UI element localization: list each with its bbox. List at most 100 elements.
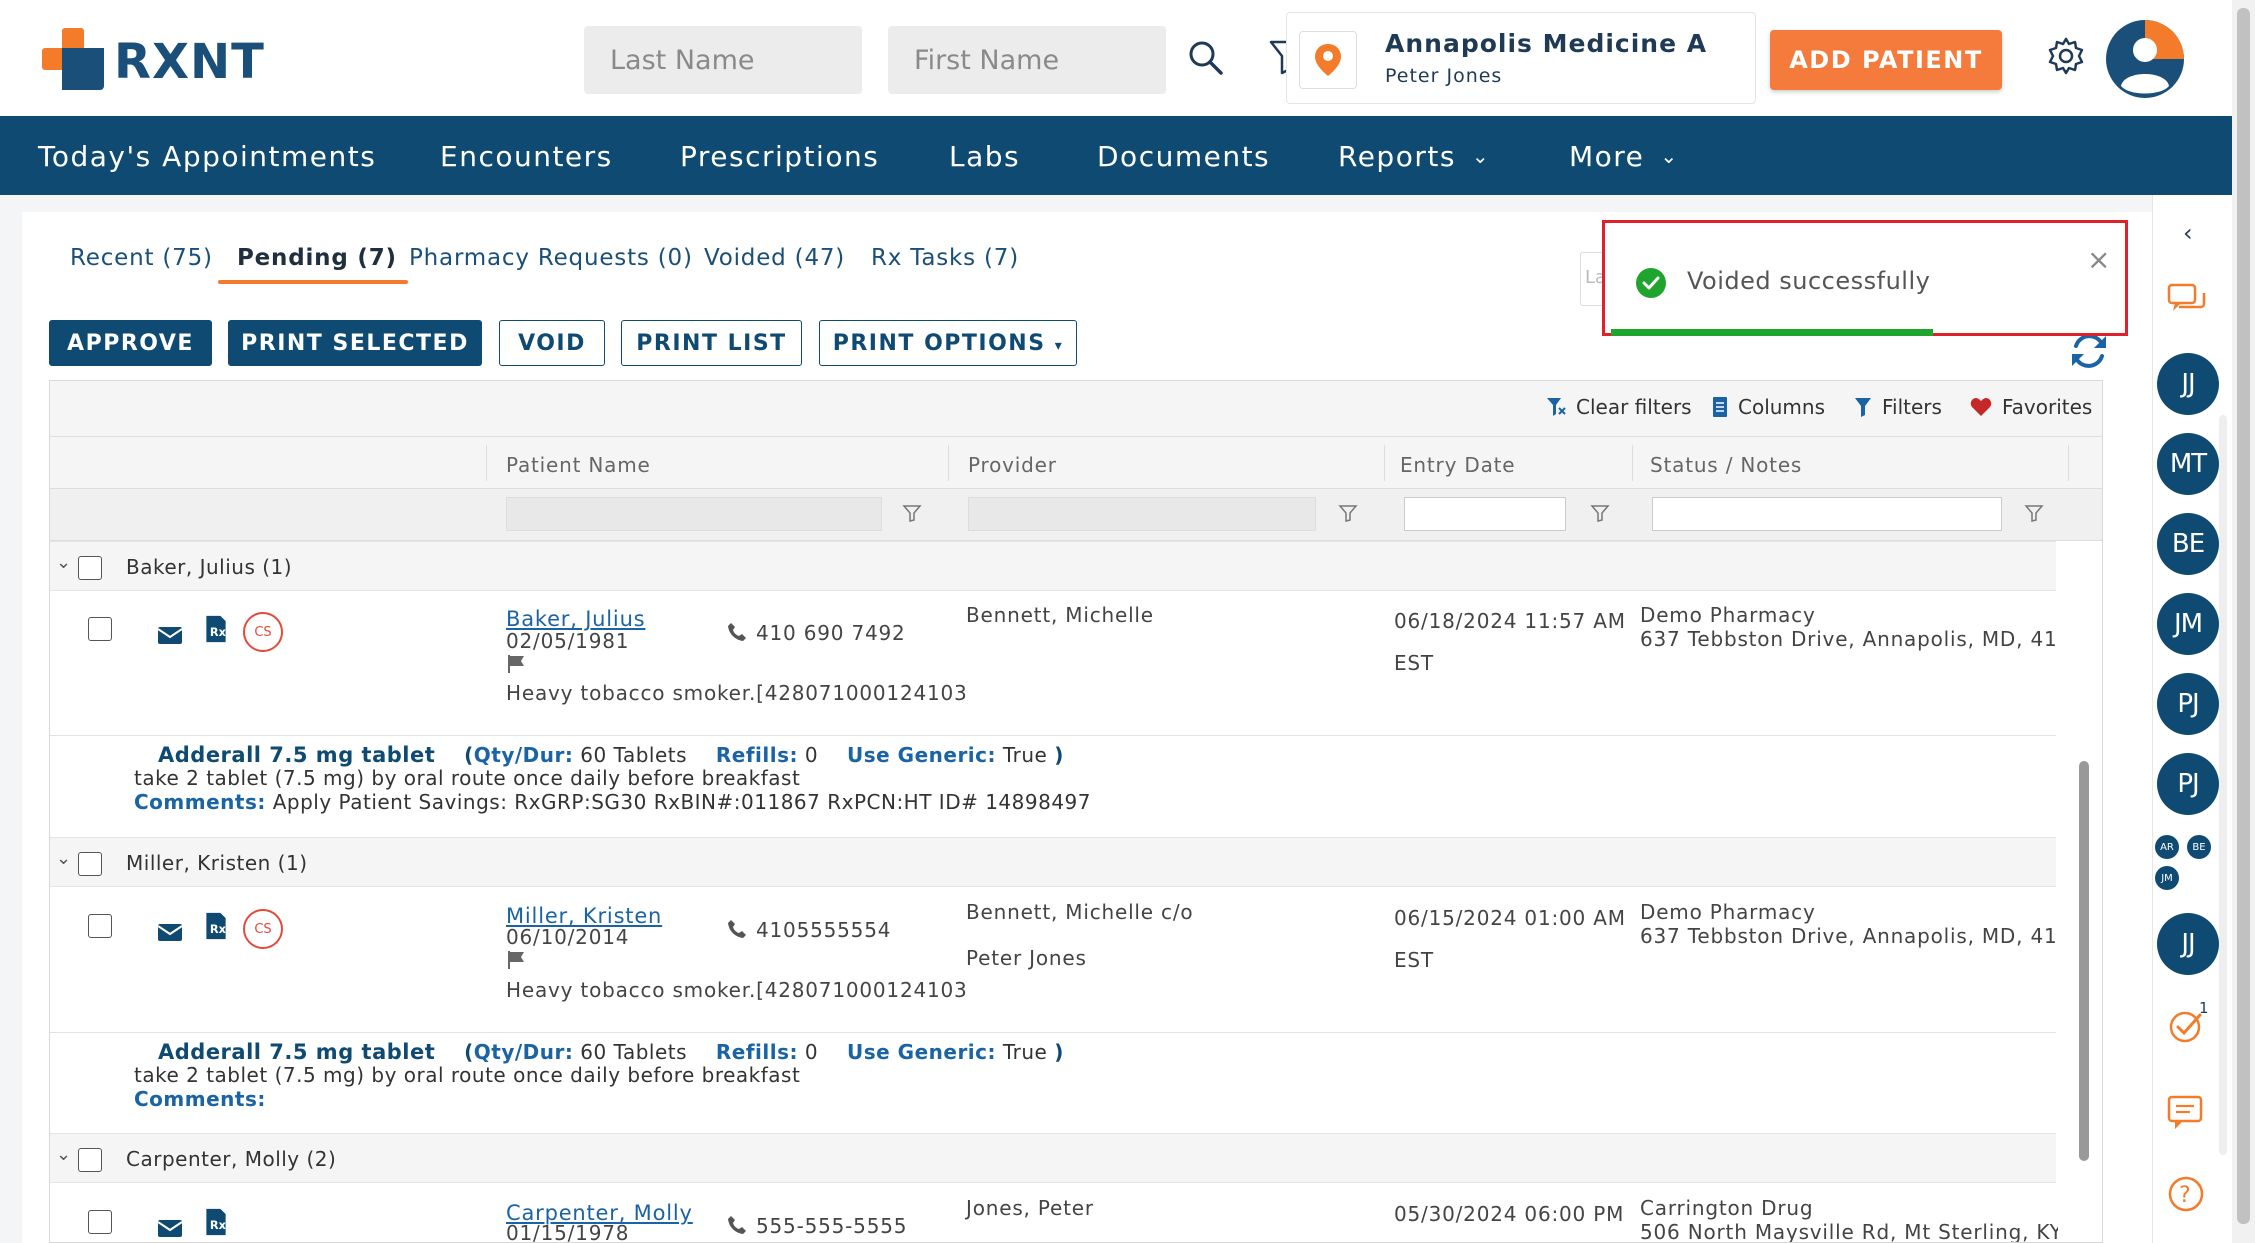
entry-timezone: EST [1394, 651, 1434, 675]
approve-button[interactable]: APPROVE [49, 320, 212, 366]
close-icon[interactable]: × [2087, 243, 2110, 276]
rail-avatar[interactable]: MT [2157, 433, 2219, 495]
gear-icon[interactable] [2046, 36, 2086, 76]
row-checkbox[interactable] [88, 914, 112, 938]
rail-avatar-small[interactable]: JM [2155, 866, 2179, 890]
first-name-input[interactable] [888, 26, 1166, 94]
group-checkbox[interactable] [78, 1148, 102, 1172]
top-header: RXNT Annapolis Medicine A Peter Jones AD… [0, 0, 2232, 116]
rx-document-icon[interactable]: Rx [202, 615, 230, 643]
nav-prescriptions[interactable]: Prescriptions [680, 140, 879, 173]
print-selected-button[interactable]: PRINT SELECTED [228, 320, 482, 366]
sig-text: take 2 tablet (7.5 mg) by oral route onc… [134, 1063, 801, 1087]
location-selector[interactable]: Annapolis Medicine A Peter Jones [1286, 12, 1756, 104]
nav-encounters[interactable]: Encounters [440, 140, 613, 173]
chevron-down-icon[interactable]: ⌄ [56, 552, 71, 573]
col-entry-date[interactable]: Entry Date [1384, 453, 1515, 477]
active-tab-indicator [218, 280, 408, 284]
logo-text: RXNT [114, 34, 265, 90]
nav-documents[interactable]: Documents [1097, 140, 1270, 173]
status-notes-filter[interactable] [1652, 497, 2002, 531]
rail-avatar[interactable]: PJ [2157, 753, 2219, 815]
col-patient-name[interactable]: Patient Name [506, 453, 651, 477]
group-checkbox[interactable] [78, 852, 102, 876]
grid-toolbar: Clear filters Columns Filters Favorites [50, 381, 2102, 437]
add-patient-button[interactable]: ADD PATIENT [1770, 30, 2002, 90]
provider-filter[interactable] [968, 497, 1316, 531]
entry-date: 05/30/2024 06:00 PM [1394, 1202, 1625, 1226]
rxnt-logo[interactable]: RXNT [42, 28, 282, 92]
rail-avatar[interactable]: BE [2157, 513, 2219, 575]
group-header-row[interactable]: ⌄ Baker, Julius (1) [50, 541, 2056, 591]
medication-name[interactable]: Adderall 7.5 mg tablet [158, 1040, 435, 1064]
rx-document-icon[interactable]: Rx [202, 1208, 230, 1236]
rail-avatar-small[interactable]: AR [2155, 835, 2179, 859]
void-button[interactable]: VOID [499, 320, 605, 366]
chevron-down-icon[interactable]: ⌄ [56, 848, 71, 869]
patient-dob: 02/05/1981 [506, 629, 630, 653]
comments-label: Comments: [134, 1087, 266, 1111]
filter-icon[interactable] [2024, 503, 2044, 523]
rail-avatar[interactable]: PJ [2157, 673, 2219, 735]
columns-button[interactable]: Columns [1712, 395, 1825, 419]
tab-rx-tasks[interactable]: Rx Tasks (7) [871, 245, 1019, 271]
chevron-down-icon: ⌄ [1471, 144, 1491, 168]
generic-value: True [1002, 1040, 1048, 1064]
refresh-icon[interactable] [2068, 330, 2110, 372]
group-checkbox[interactable] [78, 556, 102, 580]
rx-document-icon[interactable]: Rx [202, 912, 230, 940]
column-headers: Patient Name Provider Entry Date Status … [50, 437, 2102, 489]
rail-scrollbar[interactable] [2219, 415, 2227, 1155]
group-header-row[interactable]: ⌄ Carpenter, Molly (2) [50, 1133, 2056, 1183]
grid-scrollbar[interactable] [2076, 753, 2092, 1242]
print-options-button[interactable]: PRINT OPTIONS ▾ [819, 320, 1077, 366]
patient-name-link[interactable]: Baker, Julius [506, 607, 645, 631]
svg-text:?: ? [2179, 1183, 2191, 1208]
rail-avatar[interactable]: JJ [2157, 913, 2219, 975]
print-list-button[interactable]: PRINT LIST [621, 320, 802, 366]
filter-icon[interactable] [1338, 503, 1358, 523]
location-pin-icon [1299, 31, 1357, 89]
page-scrollbar[interactable] [2232, 0, 2255, 1243]
tab-pending[interactable]: Pending (7) [237, 245, 397, 271]
chat-bubbles-icon[interactable] [2167, 283, 2207, 319]
col-status-notes[interactable]: Status / Notes [1650, 453, 1802, 477]
user-avatar[interactable] [2106, 20, 2184, 98]
rail-avatar[interactable]: JJ [2157, 353, 2219, 415]
filter-icon[interactable] [1590, 503, 1610, 523]
last-name-input[interactable] [584, 26, 862, 94]
clear-filters-label: Clear filters [1576, 395, 1692, 419]
clear-filters-button[interactable]: Clear filters [1546, 395, 1692, 419]
group-label: Carpenter, Molly (2) [126, 1147, 337, 1171]
tab-voided[interactable]: Voided (47) [704, 245, 845, 271]
nav-labs[interactable]: Labs [949, 140, 1020, 173]
search-icon[interactable] [1186, 38, 1226, 78]
nav-todays-appointments[interactable]: Today's Appointments [38, 140, 376, 173]
medication-name[interactable]: Adderall 7.5 mg tablet [158, 743, 435, 767]
filter-icon[interactable] [902, 503, 922, 523]
row-checkbox[interactable] [88, 1210, 112, 1234]
help-icon[interactable]: ? [2167, 1175, 2205, 1213]
filters-button[interactable]: Filters [1854, 395, 1942, 419]
row-checkbox[interactable] [88, 617, 112, 641]
chevron-left-icon[interactable]: ‹ [2183, 219, 2193, 247]
envelope-icon[interactable] [156, 918, 184, 946]
favorites-button[interactable]: Favorites [1970, 395, 2092, 419]
envelope-icon[interactable] [156, 621, 184, 649]
tab-pharmacy-requests[interactable]: Pharmacy Requests (0) [409, 245, 693, 271]
col-provider[interactable]: Provider [968, 453, 1057, 477]
rail-avatar-small[interactable]: BE [2187, 835, 2211, 859]
location-name: Annapolis Medicine A [1385, 29, 1708, 58]
envelope-icon[interactable] [156, 1214, 184, 1242]
patient-name-filter[interactable] [506, 497, 882, 531]
rail-avatar[interactable]: JM [2157, 593, 2219, 655]
entry-date-filter[interactable] [1404, 497, 1566, 531]
nav-more[interactable]: More ⌄ [1569, 140, 1679, 173]
message-icon[interactable] [2167, 1095, 2205, 1131]
tab-recent[interactable]: Recent (75) [70, 245, 213, 271]
chevron-down-icon[interactable]: ⌄ [56, 1144, 71, 1165]
group-header-row[interactable]: ⌄ Miller, Kristen (1) [50, 837, 2056, 887]
sig-text: take 2 tablet (7.5 mg) by oral route onc… [134, 766, 801, 790]
nav-reports[interactable]: Reports ⌄ [1338, 140, 1490, 173]
comments-line: Comments: [134, 1087, 266, 1111]
